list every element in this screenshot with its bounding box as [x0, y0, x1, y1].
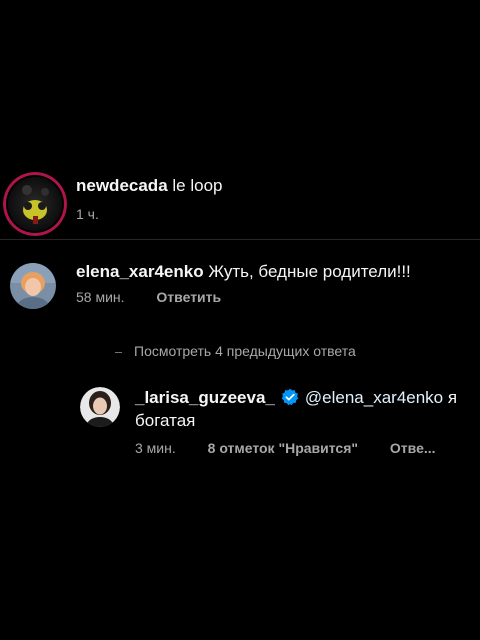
- post-caption-text: newdecada le loop: [76, 175, 223, 197]
- avatar-image: [10, 263, 56, 309]
- reply-body-part2: богатая: [135, 411, 196, 430]
- avatar-image: [3, 172, 67, 236]
- verified-badge-icon: [281, 388, 299, 406]
- comment-time: 58 мин.: [76, 289, 125, 305]
- post-caption-body: le loop: [172, 176, 223, 195]
- post-author-avatar[interactable]: [3, 172, 67, 236]
- comment-body: Жуть, бедные родители!!!: [208, 262, 411, 281]
- reply-author-avatar[interactable]: [80, 387, 120, 427]
- post-caption: newdecada le loop 1 ч.: [0, 166, 480, 238]
- post-meta: 1 ч.: [76, 205, 127, 223]
- replies-dash: [115, 351, 122, 353]
- comments-screen: newdecada le loop 1 ч. elena_xar4enko Жу…: [0, 0, 480, 640]
- reply-mention-link[interactable]: @elena_xar4enko: [305, 388, 443, 407]
- reply-body-part1: я: [447, 388, 458, 407]
- comment-reply-button[interactable]: Ответить: [156, 288, 221, 306]
- avatar-image: [80, 387, 120, 427]
- post-time: 1 ч.: [76, 206, 99, 222]
- comment-author-avatar[interactable]: [10, 263, 56, 309]
- reply-meta: 3 мин. 8 отметок "Нравится" Отве...: [135, 439, 464, 457]
- caption-divider: [0, 239, 480, 240]
- post-author-username[interactable]: newdecada: [76, 176, 168, 195]
- comment-meta: 58 мин. Ответить: [76, 288, 249, 306]
- reply-likes-count[interactable]: 8 отметок "Нравится": [208, 439, 358, 457]
- reply-text-line-2: богатая: [135, 410, 195, 432]
- reply-text-line-1: _larisa_guzeeva_ @elena_xar4enko я: [135, 387, 457, 409]
- reply-author-username[interactable]: _larisa_guzeeva_: [135, 388, 275, 407]
- reply-time: 3 мин.: [135, 440, 176, 456]
- view-replies-label: Посмотреть 4 предыдущих ответа: [134, 343, 356, 359]
- comment-author-username[interactable]: elena_xar4enko: [76, 262, 204, 281]
- view-previous-replies-button[interactable]: Посмотреть 4 предыдущих ответа: [115, 342, 356, 360]
- comment-text-line: elena_xar4enko Жуть, бедные родители!!!: [76, 261, 411, 283]
- reply-reply-button[interactable]: Отве...: [390, 439, 436, 457]
